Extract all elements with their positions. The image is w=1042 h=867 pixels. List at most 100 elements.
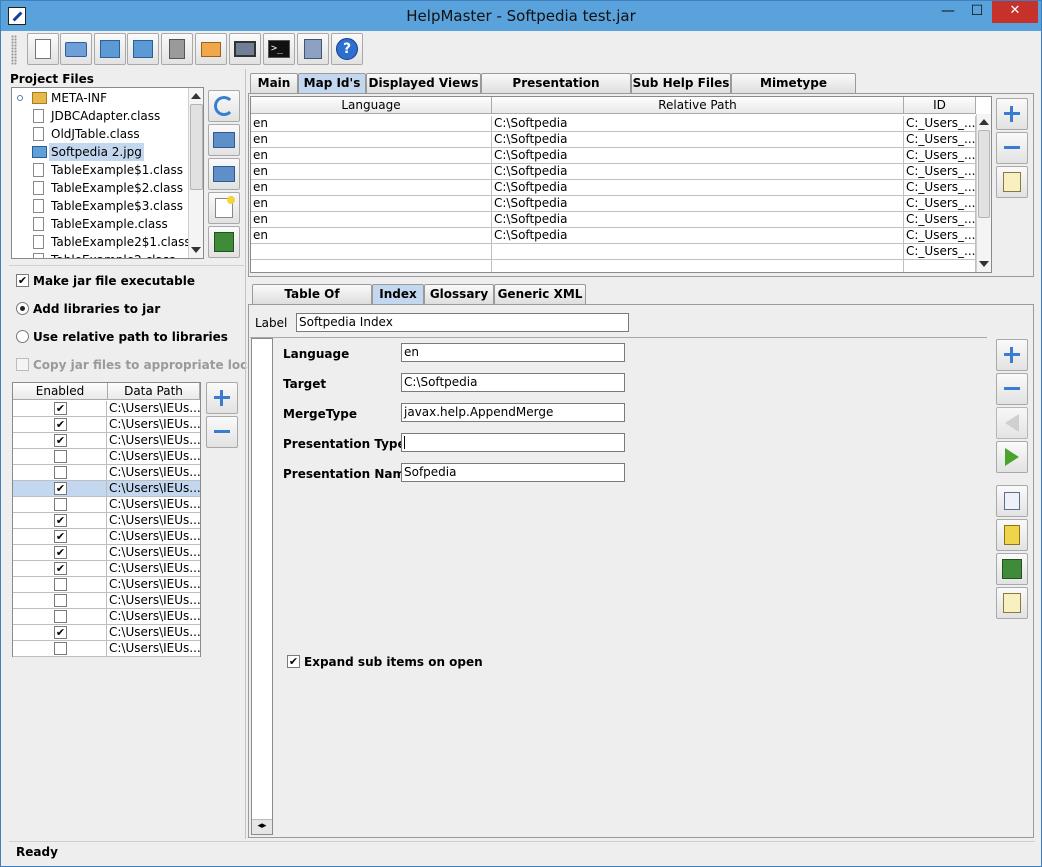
save-as-button[interactable] — [127, 33, 159, 65]
toolbar-grip[interactable] — [11, 35, 17, 65]
edit-map-button[interactable] — [996, 166, 1028, 198]
remove-index-button[interactable] — [996, 373, 1028, 405]
map-table-scrollbar[interactable] — [976, 114, 991, 272]
column-header-language[interactable]: Language — [251, 97, 492, 114]
minimize-button[interactable]: — — [934, 1, 962, 23]
enabled-checkbox[interactable] — [54, 594, 67, 607]
enabled-cell[interactable]: ✔ — [13, 545, 107, 561]
ruler-button[interactable] — [996, 519, 1028, 551]
project-files-tree[interactable]: META-INF JDBCAdapter.class OldJTable.class… — [11, 87, 204, 259]
tree-item[interactable]: TableExample$1.class — [12, 161, 188, 179]
table-row[interactable]: C:\Users\IEUs... — [13, 593, 200, 609]
bottom-tab-1[interactable]: Index — [372, 284, 424, 305]
enabled-checkbox[interactable] — [54, 642, 67, 655]
column-header-id[interactable]: ID — [904, 97, 976, 114]
relative-path-cell[interactable]: C:\Softpedia — [492, 212, 904, 228]
add-map-button[interactable] — [996, 98, 1028, 130]
edit-index-button[interactable] — [996, 587, 1028, 619]
id-cell[interactable]: C:_Users_... — [904, 244, 976, 260]
top-tab-1[interactable]: Map Id's — [298, 73, 366, 94]
table-row[interactable]: en C:\Softpedia C:_Users_... — [251, 212, 976, 228]
bottom-tab-0[interactable]: Table Of Contents — [252, 284, 372, 319]
tree-item[interactable]: TableExample2$1.class — [12, 233, 191, 251]
table-row[interactable]: C:\Users\IEUs... — [13, 641, 200, 657]
scroll-up-arrow[interactable] — [979, 119, 989, 125]
id-cell[interactable]: C:_Users_... — [904, 164, 976, 180]
tree-item[interactable]: JDBCAdapter.class — [12, 107, 188, 125]
bottom-tab-3[interactable]: Generic XML — [494, 284, 586, 304]
language-cell[interactable]: en — [251, 148, 492, 164]
make-jar-checkbox[interactable]: ✔ — [16, 274, 29, 287]
tree-item[interactable]: TableExample$2.class — [12, 179, 188, 197]
new-file-button[interactable] — [208, 192, 240, 224]
help-button[interactable]: ? — [331, 33, 363, 65]
refresh-button[interactable] — [208, 90, 240, 122]
enabled-checkbox[interactable]: ✔ — [54, 530, 67, 543]
enabled-cell[interactable]: ✔ — [13, 513, 107, 529]
enabled-cell[interactable]: ✔ — [13, 401, 107, 417]
index-tree[interactable]: ◂▸ — [251, 338, 273, 835]
table-row[interactable]: ✔ C:\Users\IEUs... — [13, 401, 200, 417]
scroll-thumb[interactable] — [190, 104, 203, 190]
close-button[interactable]: ✕ — [992, 1, 1038, 23]
table-row[interactable]: en C:\Softpedia C:_Users_... — [251, 116, 976, 132]
table-row[interactable]: en C:\Softpedia C:_Users_... — [251, 132, 976, 148]
terminal-button[interactable]: >_ — [263, 33, 295, 65]
id-cell[interactable]: C:_Users_... — [904, 116, 976, 132]
index-label-input[interactable]: Softpedia Index — [296, 313, 629, 332]
save-button[interactable] — [94, 33, 126, 65]
enabled-cell[interactable] — [13, 609, 107, 625]
table-row[interactable] — [251, 260, 976, 272]
table-row[interactable]: C:\Users\IEUs... — [13, 609, 200, 625]
map-ids-table[interactable]: Language Relative Path ID en C:\Softpedia… — [250, 96, 992, 273]
title-bar[interactable]: HelpMaster - Softpedia test.jar — ☐ ✕ — [1, 1, 1041, 31]
tree-item[interactable]: OldJTable.class — [12, 125, 188, 143]
enabled-checkbox[interactable]: ✔ — [54, 418, 67, 431]
relative-path-cell[interactable]: C:\Softpedia — [492, 132, 904, 148]
id-cell[interactable]: C:_Users_... — [904, 132, 976, 148]
enabled-checkbox[interactable] — [54, 610, 67, 623]
language-cell[interactable]: en — [251, 228, 492, 244]
enabled-cell[interactable]: ✔ — [13, 417, 107, 433]
presentation-name-input[interactable]: Sofpedia — [401, 463, 625, 482]
top-tab-3[interactable]: Presentation Windows — [481, 73, 631, 108]
table-row[interactable]: ✔ C:\Users\IEUs... — [13, 481, 200, 497]
column-header-data-path[interactable]: Data Path — [108, 383, 200, 400]
enabled-cell[interactable] — [13, 593, 107, 609]
table-row[interactable]: ✔ C:\Users\IEUs... — [13, 513, 200, 529]
column-header-enabled[interactable]: Enabled — [13, 383, 108, 400]
id-cell[interactable] — [904, 260, 976, 272]
relative-path-cell[interactable]: C:\Softpedia — [492, 148, 904, 164]
scroll-down-arrow[interactable] — [191, 247, 201, 253]
add-libraries-radio[interactable] — [16, 302, 29, 315]
move-left-button[interactable] — [996, 407, 1028, 439]
new-button[interactable] — [27, 33, 59, 65]
enabled-checkbox[interactable]: ✔ — [54, 434, 67, 447]
relative-path-cell[interactable]: C:\Softpedia — [492, 164, 904, 180]
expand-sub-items-checkbox[interactable]: ✔ — [287, 655, 300, 668]
enabled-checkbox[interactable]: ✔ — [54, 546, 67, 559]
add-library-button[interactable] — [206, 382, 238, 414]
copy-jar-checkbox[interactable] — [16, 358, 29, 371]
table-row[interactable]: en C:\Softpedia C:_Users_... — [251, 228, 976, 244]
relative-path-cell[interactable]: C:\Softpedia — [492, 228, 904, 244]
enabled-cell[interactable] — [13, 497, 107, 513]
enabled-checkbox[interactable]: ✔ — [54, 626, 67, 639]
tree-scrollbar[interactable] — [188, 88, 203, 258]
language-cell[interactable] — [251, 260, 492, 272]
tree-item[interactable]: TableExample$3.class — [12, 197, 188, 215]
jar-button[interactable] — [297, 33, 329, 65]
enabled-cell[interactable] — [13, 465, 107, 481]
table-row[interactable]: C:\Users\IEUs... — [13, 497, 200, 513]
scroll-down-arrow[interactable] — [979, 261, 989, 267]
remove-library-button[interactable] — [206, 416, 238, 448]
table-row[interactable]: ✔ C:\Users\IEUs... — [13, 417, 200, 433]
delete-file-button[interactable] — [208, 226, 240, 258]
table-row[interactable]: C:\Users\IEUs... — [13, 449, 200, 465]
tree-item[interactable]: META-INF — [12, 89, 188, 107]
top-tab-2[interactable]: Displayed Views — [366, 73, 481, 93]
enabled-checkbox[interactable]: ✔ — [54, 402, 67, 415]
table-row[interactable]: C:_Users_... — [251, 244, 976, 260]
table-row[interactable]: en C:\Softpedia C:_Users_... — [251, 148, 976, 164]
enabled-cell[interactable]: ✔ — [13, 529, 107, 545]
